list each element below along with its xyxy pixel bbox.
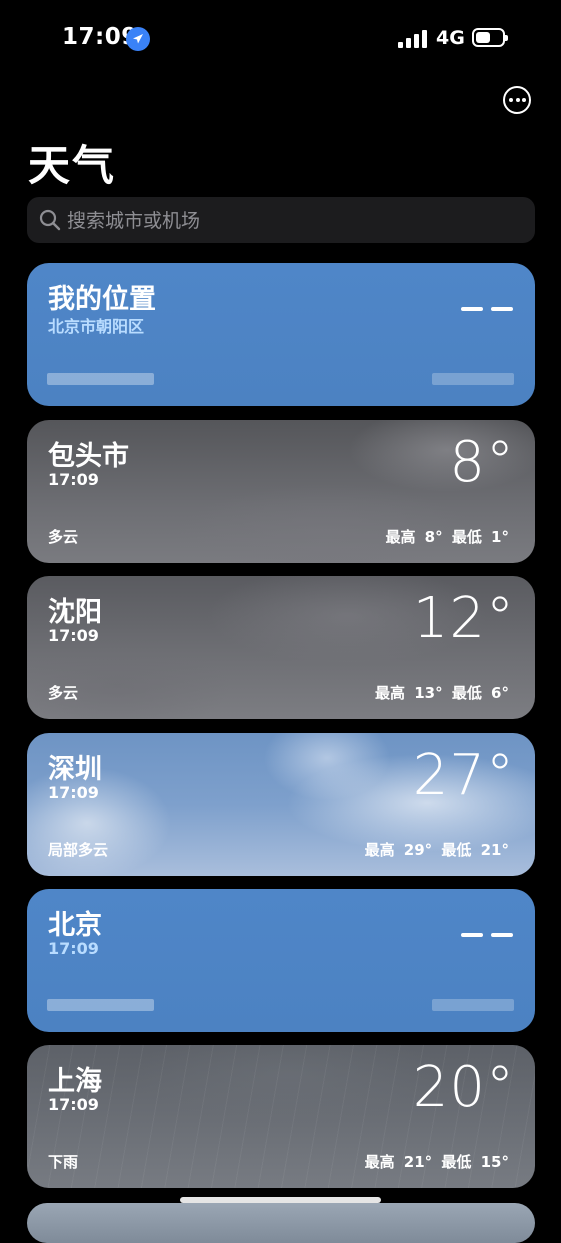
city-name: 上海 xyxy=(48,1066,102,1097)
city-time: 17:09 xyxy=(48,939,99,958)
location-arrow-icon xyxy=(126,27,150,51)
city-temperature: 20° xyxy=(412,1055,515,1120)
status-bar: 17:09 4G xyxy=(0,0,561,78)
city-hilo: 最高 13° 最低 6° xyxy=(375,684,509,702)
page-title: 天气 xyxy=(28,141,117,190)
network-type: 4G xyxy=(436,27,465,49)
condition-placeholder xyxy=(47,999,154,1011)
city-condition: 下雨 xyxy=(48,1153,79,1171)
city-name: 我的位置 xyxy=(48,284,156,315)
battery-icon xyxy=(472,28,508,47)
home-indicator[interactable] xyxy=(180,1197,381,1203)
hilo-placeholder xyxy=(432,999,514,1011)
temperature-placeholder xyxy=(461,307,513,312)
city-condition: 局部多云 xyxy=(48,841,109,859)
city-temperature: 8° xyxy=(449,430,515,495)
city-time: 17:09 xyxy=(48,626,99,645)
search-bar[interactable] xyxy=(27,197,535,245)
city-card-baotou[interactable]: 包头市 17:09 8° 多云 最高 8° 最低 1° xyxy=(27,420,535,563)
city-card-my-location[interactable]: 我的位置 北京市朝阳区 xyxy=(27,263,535,406)
more-options-button[interactable] xyxy=(503,86,531,114)
city-card-beijing[interactable]: 北京 17:09 xyxy=(27,889,535,1032)
city-card-next-partial[interactable] xyxy=(27,1203,535,1243)
search-input[interactable] xyxy=(65,197,529,245)
city-time: 17:09 xyxy=(48,1095,99,1114)
city-card-shanghai[interactable]: 上海 17:09 20° 下雨 最高 21° 最低 15° xyxy=(27,1045,535,1188)
city-name: 包头市 xyxy=(48,441,129,472)
hilo-placeholder xyxy=(432,373,514,385)
city-name: 沈阳 xyxy=(48,597,102,628)
city-condition: 多云 xyxy=(48,684,79,702)
city-card-shenzhen[interactable]: 深圳 17:09 27° 局部多云 最高 29° 最低 21° xyxy=(27,733,535,876)
city-subtitle: 北京市朝阳区 xyxy=(48,317,145,336)
city-hilo: 最高 8° 最低 1° xyxy=(385,528,509,546)
city-time: 17:09 xyxy=(48,783,99,802)
search-icon xyxy=(39,209,61,231)
city-time: 17:09 xyxy=(48,470,99,489)
city-name: 北京 xyxy=(48,910,102,941)
city-hilo: 最高 29° 最低 21° xyxy=(364,841,509,859)
city-card-shenyang[interactable]: 沈阳 17:09 12° 多云 最高 13° 最低 6° xyxy=(27,576,535,719)
cellular-signal-icon xyxy=(398,30,428,48)
city-hilo: 最高 21° 最低 15° xyxy=(364,1153,509,1171)
city-condition: 多云 xyxy=(48,528,79,546)
city-name: 深圳 xyxy=(48,754,102,785)
city-temperature: 12° xyxy=(412,586,515,651)
city-temperature: 27° xyxy=(412,743,515,808)
condition-placeholder xyxy=(47,373,154,385)
temperature-placeholder xyxy=(461,933,513,938)
